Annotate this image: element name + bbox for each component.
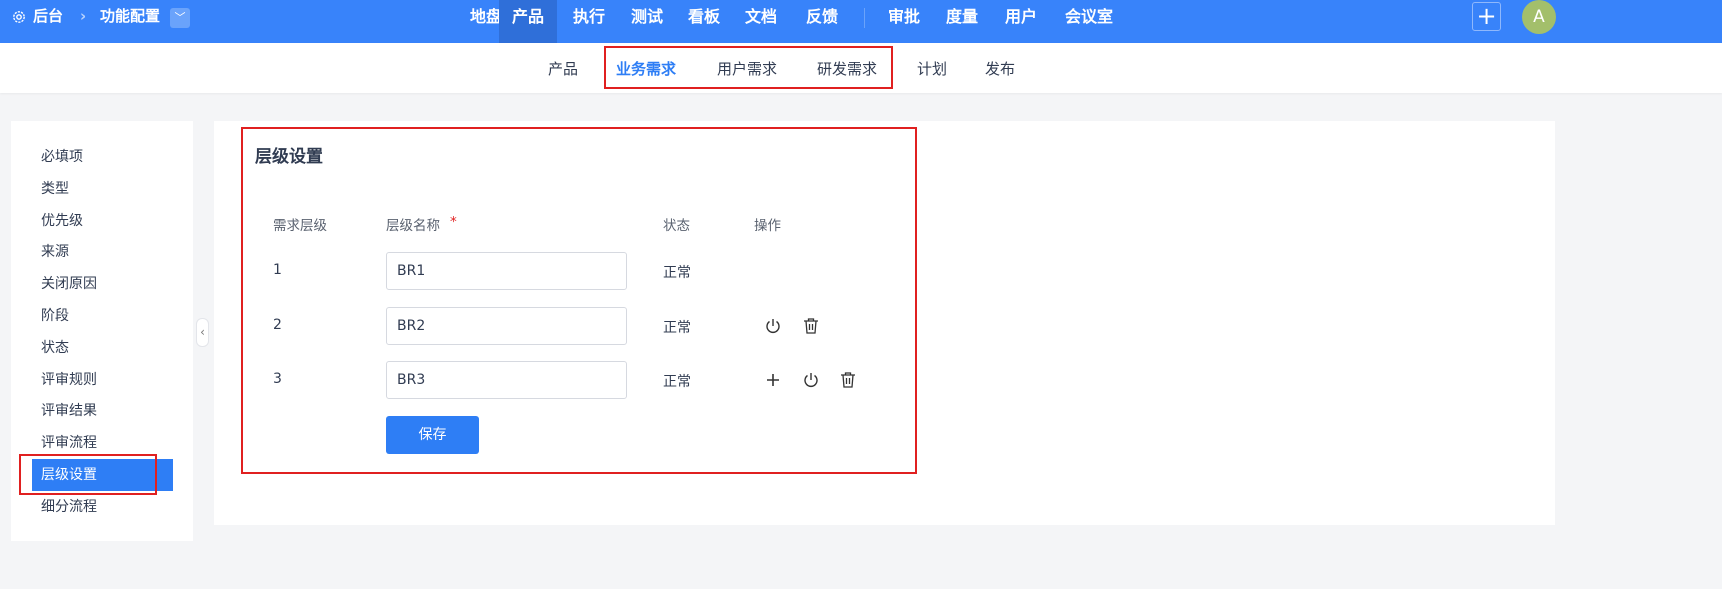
required-mark: * (450, 214, 457, 230)
nav-item[interactable]: 地盘 (470, 0, 502, 43)
sidebar-item[interactable]: 状态 (41, 332, 69, 364)
nav-item[interactable]: 测试 (631, 0, 663, 43)
save-button[interactable]: 保存 (386, 416, 479, 454)
subnav-tab[interactable]: 发布 (985, 43, 1015, 95)
collapse-sidebar-button[interactable]: ‹ (196, 318, 209, 347)
nav-divider (864, 8, 865, 28)
level-name-input[interactable]: BR3 (386, 361, 627, 399)
sidebar-item[interactable]: 评审规则 (41, 364, 97, 396)
sidebar-item[interactable]: 类型 (41, 173, 69, 205)
top-navbar: 后台 › 功能配置 ﹀ 地盘 产品 执行 测试 看板 文档 反馈 审批 度量 用户 会议室 + A (0, 0, 1722, 43)
level-name-input[interactable]: BR1 (386, 252, 627, 290)
highlight-box (604, 46, 893, 89)
header-actions: 操作 (754, 218, 781, 234)
sidebar-item[interactable]: 评审结果 (41, 395, 97, 427)
subnav-tab[interactable]: 产品 (548, 43, 578, 95)
nav-item[interactable]: 度量 (946, 0, 978, 43)
breadcrumb-root[interactable]: 后台 (33, 0, 63, 43)
row-level: 1 (273, 262, 282, 278)
add-level-icon[interactable] (764, 371, 782, 389)
level-name-value: BR1 (397, 263, 426, 279)
user-avatar[interactable]: A (1522, 0, 1556, 34)
level-name-value: BR2 (397, 318, 426, 334)
breadcrumb-chevron-icon: › (80, 7, 87, 25)
sidebar-item[interactable]: 必填项 (41, 141, 83, 173)
nav-item[interactable]: 反馈 (806, 0, 838, 43)
trash-icon[interactable] (839, 371, 857, 389)
nav-item[interactable]: 审批 (888, 0, 920, 43)
sidebar-item[interactable]: 阶段 (41, 300, 69, 332)
sidebar-item[interactable]: 来源 (41, 236, 69, 268)
row-status: 正常 (663, 374, 691, 390)
highlight-box (19, 454, 157, 495)
nav-item[interactable]: 执行 (573, 0, 605, 43)
level-name-input[interactable]: BR2 (386, 307, 627, 345)
level-name-value: BR3 (397, 372, 426, 388)
row-status: 正常 (663, 320, 691, 336)
create-plus-button[interactable]: + (1472, 2, 1501, 31)
highlight-box (241, 127, 917, 474)
subnav-tab[interactable]: 计划 (917, 43, 947, 95)
nav-item[interactable]: 文档 (745, 0, 777, 43)
power-toggle-icon[interactable] (764, 317, 782, 335)
power-toggle-icon[interactable] (802, 371, 820, 389)
nav-item[interactable]: 用户 (1005, 0, 1037, 43)
header-level: 需求层级 (273, 218, 327, 234)
header-name: 层级名称 (386, 218, 440, 234)
nav-item[interactable]: 看板 (688, 0, 720, 43)
trash-icon[interactable] (802, 317, 820, 335)
dropdown-chevron-icon[interactable]: ﹀ (170, 8, 190, 28)
sidebar-item[interactable]: 关闭原因 (41, 268, 97, 300)
gear-icon (13, 11, 25, 23)
nav-item[interactable]: 产品 (499, 0, 557, 43)
header-status: 状态 (663, 218, 690, 234)
row-status: 正常 (663, 265, 691, 281)
page-title: 层级设置 (255, 147, 323, 167)
row-level: 3 (273, 371, 282, 387)
row-level: 2 (273, 317, 282, 333)
breadcrumb-current[interactable]: 功能配置 (100, 0, 160, 43)
sidebar-item[interactable]: 优先级 (41, 205, 83, 237)
nav-item[interactable]: 会议室 (1065, 0, 1113, 43)
sidebar-item[interactable]: 细分流程 (41, 491, 97, 523)
